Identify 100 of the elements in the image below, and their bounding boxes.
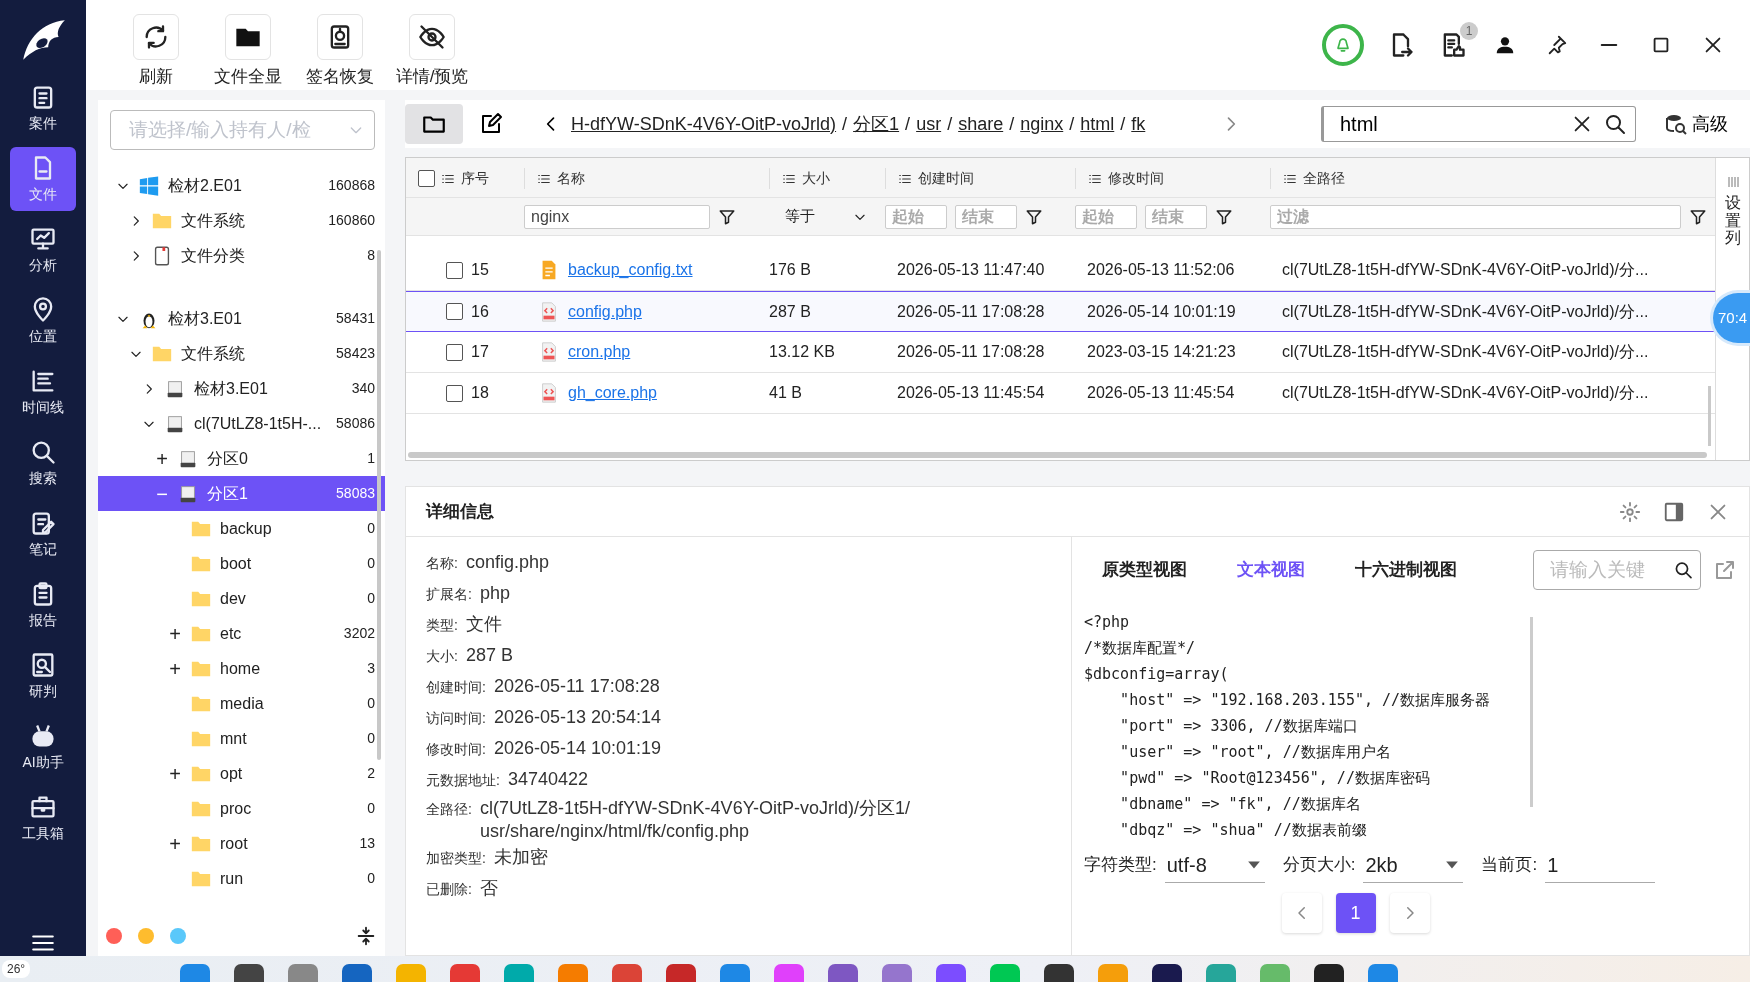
table-row[interactable]: 17 cron.php 13.12 KB 2026-05-11 17:08:28 2023-03-15 14:21:23 cl(7UtLZ8-1t5H-dfYW-SDnK-4V6Y-OitP-voJrld)/分... — [406, 332, 1715, 373]
split-view-icon[interactable] — [1663, 500, 1685, 523]
toolbar-button[interactable]: 刷新 — [116, 14, 196, 90]
expand-toggle[interactable]: + — [169, 828, 181, 859]
sidebar-item[interactable]: 文件 — [10, 147, 76, 211]
row-checkbox[interactable] — [446, 303, 463, 320]
tree-item[interactable]: run 0 — [98, 861, 385, 896]
tree-item[interactable]: 文件系统 160860 — [98, 203, 385, 238]
tree-item[interactable]: + 分区0 1 — [98, 441, 385, 476]
tree-item[interactable]: + etc 3202 — [98, 616, 385, 651]
sidebar-item[interactable]: 工具箱 — [10, 786, 76, 850]
column-header[interactable]: 名称 — [557, 168, 585, 189]
date-field[interactable]: 起始 — [885, 204, 947, 229]
select-field[interactable]: utf-8 — [1164, 847, 1265, 883]
sidebar-item[interactable]: 研判 — [10, 644, 76, 708]
date-field[interactable]: 起始 — [1075, 204, 1137, 229]
breadcrumb-link[interactable]: fk — [1131, 110, 1146, 138]
status-dot[interactable] — [106, 928, 122, 944]
database-search-icon[interactable] — [1664, 112, 1688, 136]
search-icon[interactable] — [1603, 112, 1627, 136]
external-link-icon[interactable] — [1713, 558, 1737, 582]
tree-item[interactable]: 文件分类 8 — [98, 238, 385, 273]
tree-item[interactable]: + opt 2 — [98, 756, 385, 791]
sidebar-item[interactable]: 报告 — [10, 573, 76, 637]
filter-icon[interactable] — [718, 207, 736, 226]
search-field[interactable]: html — [1338, 108, 1571, 140]
filter-icon[interactable] — [1025, 207, 1043, 226]
view-tab[interactable]: 十六进制视图 — [1337, 557, 1475, 583]
expand-toggle[interactable]: + — [169, 653, 181, 684]
select-all-checkbox[interactable] — [418, 170, 435, 187]
sidebar-item[interactable]: 搜索 — [10, 431, 76, 495]
tree-item[interactable]: + home 3 — [98, 651, 385, 686]
tree-item[interactable]: proc 0 — [98, 791, 385, 826]
breadcrumb-link[interactable]: share — [958, 110, 1004, 138]
search-bar[interactable]: html — [1321, 106, 1636, 142]
column-header[interactable]: 修改时间 — [1108, 168, 1164, 189]
breadcrumb-link[interactable]: usr — [916, 110, 942, 138]
breadcrumb-link[interactable]: 分区1 — [853, 110, 900, 138]
sidebar-item[interactable]: 案件 — [10, 76, 76, 140]
expand-toggle[interactable]: + — [156, 443, 168, 474]
breadcrumb-link[interactable]: html — [1080, 110, 1115, 138]
filter-select[interactable]: 等于 — [769, 205, 875, 228]
tree-item[interactable]: 文件系统 58423 — [98, 336, 385, 371]
tree-item[interactable]: 检材2.E01 160868 — [98, 168, 385, 203]
column-header[interactable]: 大小 — [802, 168, 830, 189]
sidebar-item[interactable]: 分析 — [10, 218, 76, 282]
view-tab[interactable]: 原类型视图 — [1084, 557, 1205, 583]
tree-item[interactable]: + root 13 — [98, 826, 385, 861]
sidebar-item[interactable]: 笔记 — [10, 502, 76, 566]
settings-icon[interactable] — [1619, 500, 1641, 523]
file-link[interactable]: gh_core.php — [568, 381, 657, 405]
sidebar-item[interactable]: 时间线 — [10, 360, 76, 424]
page-number-field[interactable]: 1 — [1545, 847, 1656, 883]
tree-item[interactable]: 检材3.E01 58431 — [98, 301, 385, 336]
column-header[interactable]: 序号 — [461, 168, 489, 189]
folder-button[interactable] — [405, 104, 463, 144]
tree-item[interactable]: mnt 0 — [98, 721, 385, 756]
tree-item[interactable]: 检材3.E01 340 — [98, 371, 385, 406]
caret-icon[interactable] — [1246, 859, 1261, 870]
table-row[interactable]: 16 config.php 287 B 2026-05-11 17:08:28 2026-05-14 10:01:19 cl(7UtLZ8-1t5H-dfYW-SDnK-4V6Y-OitP-voJrld)/分... — [406, 291, 1715, 332]
keyword-search-bar[interactable]: 请输入关键 — [1533, 550, 1701, 590]
column-settings-button[interactable]: 设置列 — [1724, 194, 1741, 247]
select-field[interactable]: 2kb — [1363, 847, 1464, 883]
file-link[interactable]: backup_config.txt — [568, 258, 693, 282]
toolbar-button[interactable]: 签名恢复 — [300, 14, 380, 90]
date-field[interactable]: 结束 — [955, 204, 1017, 229]
breadcrumb-link[interactable]: nginx — [1020, 110, 1064, 138]
table-row[interactable]: 18 gh_core.php 41 B 2026-05-13 11:45:54 2026-05-13 11:45:54 cl(7UtLZ8-1t5H-dfYW-SDnK-4V6Y-OitP-voJrld)/分... — [406, 373, 1715, 414]
expand-toggle[interactable]: + — [169, 618, 181, 649]
notification-button[interactable] — [1322, 24, 1364, 66]
tree-item[interactable]: cl(7UtLZ8-1t5H-... 58086 — [98, 406, 385, 441]
row-checkbox[interactable] — [446, 261, 463, 279]
expand-toggle[interactable]: − — [156, 478, 168, 509]
row-checkbox[interactable] — [446, 343, 463, 361]
tree-item[interactable]: backup 0 — [98, 511, 385, 546]
sidebar-item[interactable]: 位置 — [10, 289, 76, 353]
caret-icon[interactable] — [1445, 859, 1460, 870]
breadcrumb-link[interactable]: H-dfYW-SDnK-4V6Y-OitP-voJrld) — [571, 110, 837, 138]
sidebar-item[interactable]: AI助手 — [10, 715, 76, 779]
toolbar-button[interactable]: 文件全显 — [208, 14, 288, 90]
column-header[interactable]: 全路径 — [1303, 168, 1345, 189]
advanced-search-button[interactable]: 高级 — [1658, 109, 1734, 139]
file-link[interactable]: cron.php — [568, 340, 631, 364]
status-dot[interactable] — [138, 928, 154, 944]
filter-icon[interactable] — [1215, 207, 1233, 226]
toolbar-button[interactable]: 详情/预览 — [392, 14, 472, 90]
weather-widget[interactable]: 26° — [2, 960, 31, 978]
filter-field[interactable]: nginx — [524, 204, 710, 229]
eye-slash-icon[interactable] — [418, 23, 446, 51]
file-link[interactable]: config.php — [568, 299, 642, 324]
page-button[interactable]: 1 — [1335, 893, 1376, 933]
column-header[interactable]: 创建时间 — [918, 168, 974, 189]
row-checkbox[interactable] — [446, 384, 463, 402]
collapse-all-icon[interactable] — [355, 925, 377, 947]
tree-item[interactable]: − 分区1 58083 — [98, 476, 385, 511]
tree-item[interactable]: boot 0 — [98, 546, 385, 581]
filter-icon[interactable] — [1689, 207, 1707, 226]
tree-item[interactable]: dev 0 — [98, 581, 385, 616]
date-field[interactable]: 结束 — [1145, 204, 1207, 229]
tree-item[interactable]: media 0 — [98, 686, 385, 721]
